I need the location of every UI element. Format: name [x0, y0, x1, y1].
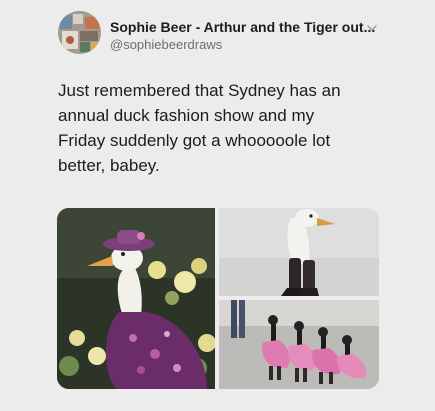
media-grid: [57, 208, 379, 389]
chevron-down-icon[interactable]: [366, 21, 378, 33]
tweet-text: Just remembered that Sydney has an annua…: [58, 81, 341, 175]
photo-ducks-tutus[interactable]: [219, 300, 379, 389]
author-name[interactable]: Sophie Beer - Arthur and the Tiger out..…: [110, 19, 375, 35]
tweet-card: Sophie Beer - Arthur and the Tiger out..…: [0, 0, 435, 411]
photo-duck-dress[interactable]: [57, 208, 215, 389]
author-handle[interactable]: @sophiebeerdraws: [110, 37, 222, 52]
photo-duck-boots[interactable]: [219, 208, 379, 296]
avatar[interactable]: [58, 11, 101, 54]
